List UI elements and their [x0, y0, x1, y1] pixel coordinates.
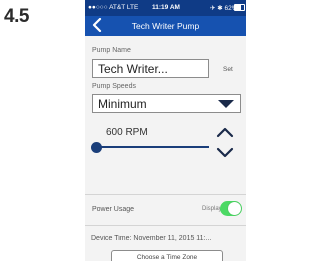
- display-label: Display: [202, 206, 222, 212]
- chevron-up-icon[interactable]: [216, 126, 234, 138]
- divider: [85, 225, 246, 226]
- chevron-down-icon[interactable]: [216, 147, 234, 159]
- chevron-down-icon: [218, 100, 234, 108]
- status-time: 11:19 AM: [152, 4, 180, 11]
- divider: [85, 194, 246, 195]
- status-bar: ●●○○○ AT&T LTE 11:19 AM ✈ ✱ 62%: [85, 0, 246, 16]
- choose-time-zone-button[interactable]: Choose a Time Zone: [111, 250, 223, 261]
- pump-name-label: Pump Name: [92, 47, 131, 54]
- step-number: 4.5: [4, 6, 29, 27]
- nav-bar: Tech Writer Pump: [85, 16, 246, 36]
- carrier-signal: ●●○○○ AT&T LTE: [88, 4, 139, 11]
- phone-screen: ●●○○○ AT&T LTE 11:19 AM ✈ ✱ 62% Tech Wri…: [85, 0, 246, 261]
- battery-fill: [235, 5, 241, 10]
- set-button[interactable]: Set: [223, 66, 233, 73]
- slider-track-filled: [98, 146, 138, 148]
- power-usage-label: Power Usage: [92, 206, 135, 213]
- pump-name-field[interactable]: Tech Writer...: [92, 59, 209, 78]
- toggle-knob: [228, 202, 241, 215]
- device-time: Device Time: November 11, 2015 11:...: [91, 235, 212, 242]
- pump-speed-select[interactable]: Minimum: [92, 94, 241, 113]
- pump-speed-value: Minimum: [98, 97, 147, 111]
- pump-speeds-label: Pump Speeds: [92, 83, 136, 90]
- power-display-toggle[interactable]: [220, 201, 242, 216]
- slider-track[interactable]: [138, 146, 209, 148]
- rpm-value: 600 RPM: [106, 127, 148, 138]
- back-icon[interactable]: [91, 18, 103, 32]
- page-title: Tech Writer Pump: [131, 21, 200, 31]
- rpm-slider-thumb[interactable]: [91, 142, 102, 153]
- battery-icon: [234, 4, 245, 11]
